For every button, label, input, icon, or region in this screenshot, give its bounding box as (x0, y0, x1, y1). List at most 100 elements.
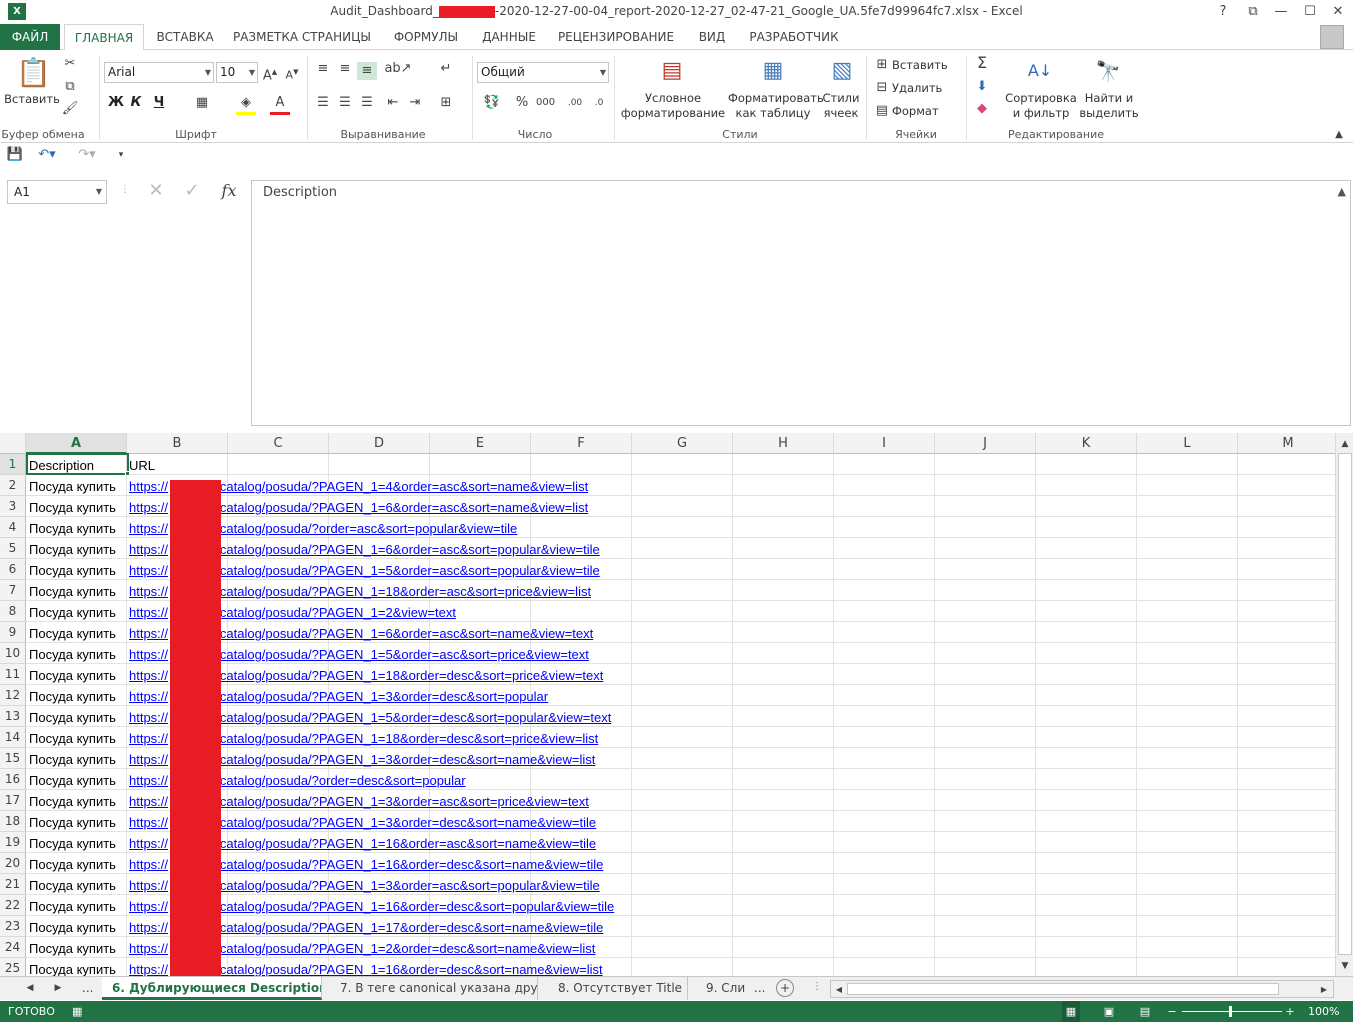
tab-insert[interactable]: ВСТАВКА (150, 24, 220, 50)
scroll-left-icon[interactable]: ◀ (832, 981, 846, 999)
add-sheet-icon[interactable]: + (776, 979, 794, 997)
customize-qat-icon[interactable]: ▾ (114, 146, 128, 164)
scroll-down-icon[interactable]: ▼ (1337, 957, 1353, 975)
format-as-table-button[interactable]: Форматировать как таблицу (728, 91, 824, 121)
url-link[interactable]: https:// u/catalog/posuda/?PAGEN_1=16&ord… (129, 833, 1329, 854)
percent-icon[interactable]: % (514, 94, 530, 112)
borders-icon[interactable]: ▦ (192, 94, 212, 112)
column-header-m[interactable]: M (1238, 433, 1339, 454)
cell-a[interactable]: Посуда купить (29, 749, 126, 770)
url-link[interactable]: https:// u/catalog/posuda/?PAGEN_1=3&orde… (129, 791, 1329, 812)
align-middle-icon[interactable]: ≡ (335, 60, 355, 78)
column-header-b[interactable]: B (127, 433, 228, 454)
cell-a[interactable]: Посуда купить (29, 791, 126, 812)
maximize-button[interactable]: ☐ (1297, 2, 1323, 22)
align-top-icon[interactable]: ≡ (313, 60, 333, 78)
row-header[interactable]: 24 (0, 937, 26, 958)
row-header[interactable]: 7 (0, 580, 26, 601)
cell-a[interactable]: Посуда купить (29, 896, 126, 917)
column-header-k[interactable]: K (1036, 433, 1137, 454)
url-link[interactable]: https:// u/catalog/posuda/?PAGEN_1=3&orde… (129, 749, 1329, 770)
cell-a[interactable]: Посуда купить (29, 518, 126, 539)
row-header[interactable]: 19 (0, 832, 26, 853)
close-button[interactable]: ✕ (1325, 2, 1351, 22)
zoom-slider-thumb[interactable] (1229, 1006, 1232, 1017)
row-header[interactable]: 4 (0, 517, 26, 538)
font-color-icon[interactable]: A (270, 94, 290, 115)
redo-icon[interactable]: ↷▾ (74, 146, 100, 164)
font-name-select[interactable]: Arial ▼ (104, 62, 214, 83)
column-header-d[interactable]: D (329, 433, 430, 454)
cell-styles-button[interactable]: Стили ячеек (818, 91, 864, 121)
sheet-tabs-ellipsis-left[interactable]: ... (72, 977, 102, 1000)
copy-icon[interactable]: ⧉ (60, 78, 80, 96)
conditional-formatting-icon[interactable]: ▤ (656, 56, 688, 86)
cell-a[interactable]: Посуда купить (29, 917, 126, 938)
row-header[interactable]: 1 (0, 454, 26, 475)
url-link[interactable]: https:// u/catalog/posuda/?PAGEN_1=3&orde… (129, 875, 1329, 896)
format-cells-icon[interactable]: ▤ (874, 102, 890, 120)
row-header[interactable]: 11 (0, 664, 26, 685)
tab-review[interactable]: РЕЦЕНЗИРОВАНИЕ (552, 24, 680, 50)
font-size-select[interactable]: 10 ▼ (216, 62, 258, 83)
italic-button[interactable]: К (127, 94, 145, 112)
scroll-up-icon[interactable]: ▲ (1337, 435, 1353, 453)
cell-a[interactable]: Посуда купить (29, 581, 126, 602)
cut-icon[interactable]: ✂ (60, 55, 80, 73)
column-header-e[interactable]: E (430, 433, 531, 454)
cell-a[interactable]: Посуда купить (29, 665, 126, 686)
wrap-text-icon[interactable]: ↵ (436, 60, 456, 78)
collapse-formula-icon[interactable]: ▲ (1338, 185, 1346, 198)
collapse-ribbon-icon[interactable]: ▲ (1332, 126, 1346, 144)
paste-button[interactable]: Вставить (4, 92, 60, 107)
clear-icon[interactable]: ◆ (972, 100, 992, 118)
tab-formulas[interactable]: ФОРМУЛЫ (386, 24, 466, 50)
row-header[interactable]: 2 (0, 475, 26, 496)
sheet-tab[interactable]: 9. Сли (696, 977, 746, 1000)
url-link[interactable]: https:// u/catalog/posuda/?PAGEN_1=2&view… (129, 602, 1329, 623)
cell-b[interactable]: URL (129, 455, 1329, 476)
worksheet-grid[interactable]: ABCDEFGHIJKLM 1 Description URL 2 Посуда куп… (0, 433, 1353, 976)
format-painter-icon[interactable]: 🖌 (60, 100, 80, 118)
increase-font-icon[interactable]: A▲ (262, 63, 278, 85)
zoom-level[interactable]: 100% (1308, 1001, 1339, 1022)
scroll-right-icon[interactable]: ▶ (1317, 981, 1331, 999)
column-header-a[interactable]: A (26, 433, 127, 454)
column-header-g[interactable]: G (632, 433, 733, 454)
sort-filter-icon[interactable]: A↓ (1024, 56, 1056, 86)
sheet-tabs-ellipsis-right[interactable]: ... (744, 977, 774, 1000)
formula-bar-grip[interactable]: ⋮ (120, 184, 130, 202)
page-layout-view-icon[interactable]: ▣ (1100, 1001, 1118, 1022)
increase-decimal-icon[interactable]: .00 (566, 94, 584, 112)
row-header[interactable]: 25 (0, 958, 26, 976)
page-break-view-icon[interactable]: ▤ (1136, 1001, 1154, 1022)
sort-filter-button[interactable]: Сортировка и фильтр (1004, 91, 1078, 121)
column-header-j[interactable]: J (935, 433, 1036, 454)
macro-record-icon[interactable]: ▦ (72, 1001, 82, 1022)
increase-indent-icon[interactable]: ⇥ (405, 94, 425, 112)
url-link[interactable]: https:// u/catalog/posuda/?PAGEN_1=18&ord… (129, 581, 1329, 602)
tab-page-layout[interactable]: РАЗМЕТКА СТРАНИЦЫ (228, 24, 376, 50)
url-link[interactable]: https:// u/catalog/posuda/?PAGEN_1=5&orde… (129, 707, 1329, 728)
vertical-scrollbar[interactable]: ▲ ▼ (1335, 433, 1353, 976)
normal-view-icon[interactable]: ▦ (1062, 1001, 1080, 1022)
zoom-slider[interactable] (1182, 1011, 1282, 1012)
minimize-button[interactable]: — (1268, 2, 1294, 22)
sheet-tab-active[interactable]: 6. Дублирующиеся Description (102, 977, 322, 1000)
formula-input[interactable]: Description ▲ (251, 180, 1351, 426)
cell-a[interactable]: Посуда купить (29, 686, 126, 707)
number-format-select[interactable]: Общий ▼ (477, 62, 609, 83)
autosum-icon[interactable]: Σ (972, 54, 992, 72)
cell-a[interactable]: Посуда купить (29, 833, 126, 854)
cancel-icon[interactable]: ✕ (146, 182, 166, 200)
cell-a[interactable]: Посуда купить (29, 644, 126, 665)
url-link[interactable]: https:// u/catalog/posuda/?PAGEN_1=16&ord… (129, 896, 1329, 917)
horizontal-scrollbar[interactable]: ◀ ▶ (830, 980, 1334, 998)
url-link[interactable]: https:// u/catalog/posuda/?PAGEN_1=16&ord… (129, 854, 1329, 875)
url-link[interactable]: https:// u/catalog/posuda/?PAGEN_1=2&orde… (129, 938, 1329, 959)
fill-icon[interactable]: ⬇ (972, 78, 992, 96)
url-link[interactable]: https:// u/catalog/posuda/?PAGEN_1=18&ord… (129, 728, 1329, 749)
row-header[interactable]: 17 (0, 790, 26, 811)
row-header[interactable]: 6 (0, 559, 26, 580)
row-header[interactable]: 8 (0, 601, 26, 622)
